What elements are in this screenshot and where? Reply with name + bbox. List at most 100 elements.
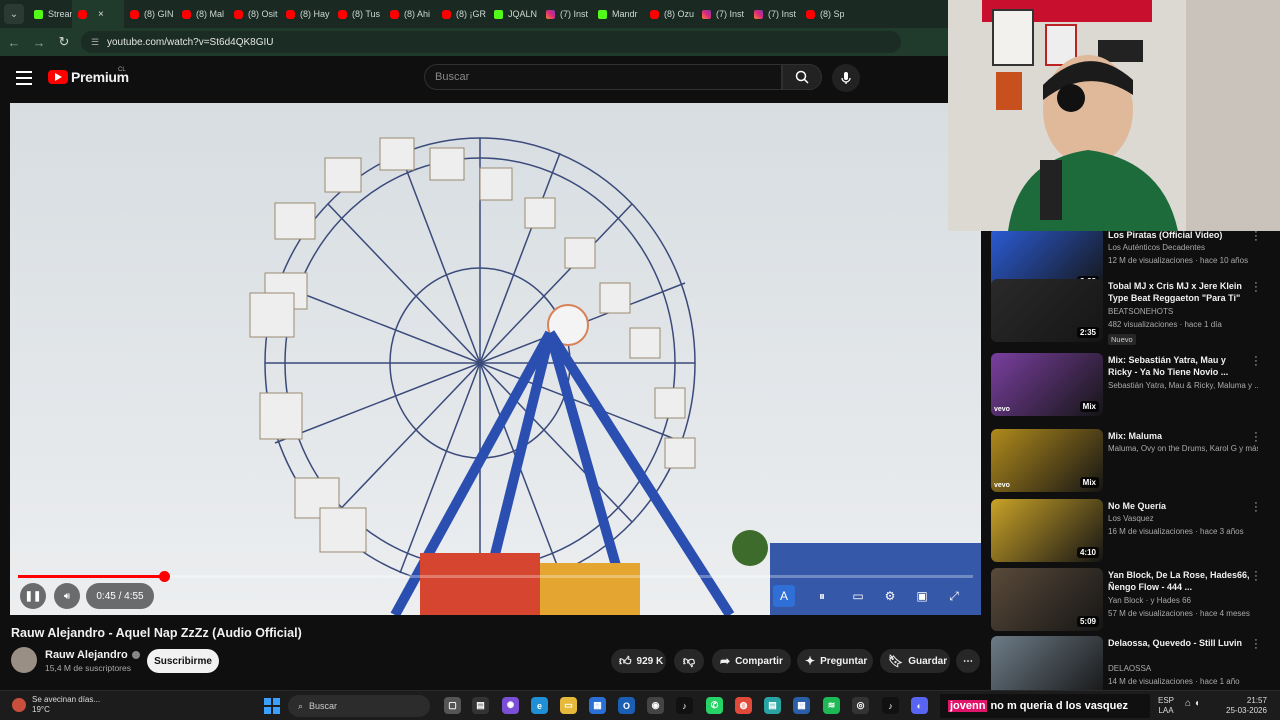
recommendation-card[interactable]: 2:35 Tobal MJ x Cris MJ x Jere Klein Type… [990,278,1272,345]
video-player[interactable]: ❚❚ 🔊︎ 0:45 / 4:55 A ⏸︎ ▭ ⚙︎ ▣ ⤢ [10,103,981,615]
more-options-icon[interactable]: · · · [1252,278,1260,297]
reload-icon[interactable]: ↻ [53,31,75,53]
video-thumbnail[interactable]: 5:09 [991,568,1103,631]
voice-search-button[interactable] [832,64,860,92]
recommendation-card[interactable]: Mix vevo Mix: Maluma Maluma, Ovy on the Dru… [990,428,1272,495]
tiktok-live-icon[interactable]: ♪ [882,697,899,714]
browser-tab[interactable]: (8) Spi [800,0,844,28]
browser-tab[interactable]: (7) Inst [696,0,748,28]
recommendation-title[interactable]: Mix: Maluma [1108,430,1250,442]
taskbar-search[interactable]: ⌕ Buscar [288,695,430,717]
menu-icon[interactable] [16,71,32,85]
browser-tab[interactable]: (8) Osit [228,0,280,28]
volume-button[interactable]: 🔊︎ [54,583,80,609]
recommendation-channel[interactable]: Sebastián Yatra, Mau & Ricky, Maluma y .… [1108,381,1258,390]
recommendation-card[interactable]: Mix vevo Mix: Sebastián Yatra, Mau y Ricky… [990,352,1272,419]
browser-tab[interactable]: (8) Ahi [384,0,436,28]
youtube-premium-logo[interactable]: Premium CL [48,67,129,85]
discord-icon[interactable]: ◐ [911,697,928,714]
browser-tab[interactable]: × [72,0,124,28]
translate-icon[interactable]: A [773,585,795,607]
recommendation-channel[interactable]: Yan Block · y Hades 66 [1108,596,1258,605]
recommendation-title[interactable]: Yan Block, De La Rose, Hades66, Ñengo Fl… [1108,569,1250,593]
subtitles-icon[interactable]: ▭ [847,585,869,607]
browser-tab[interactable]: (8) Tus [332,0,384,28]
tab-close-icon[interactable]: × [98,9,104,20]
browser-tab[interactable]: JQALN [488,0,540,28]
subscribe-button[interactable]: Suscribirme [147,649,219,673]
more-options-icon[interactable]: · · · [1252,498,1260,517]
spotify-icon[interactable]: ≋ [823,697,840,714]
video-thumbnail[interactable]: Mix vevo [991,429,1103,492]
network-volume-icons[interactable]: ⌂ ◖ [1185,699,1200,709]
app-icon-2[interactable]: ▦ [793,697,810,714]
more-actions-button[interactable]: ⋯ [956,649,980,673]
more-options-icon[interactable]: · · · [1252,567,1260,586]
browser-tab[interactable]: (7) Inst [748,0,800,28]
browser-tab[interactable]: (8) Ozu [644,0,696,28]
recommendation-channel[interactable]: BEATSONEHOTS [1108,307,1258,316]
video-thumbnail[interactable]: Mix vevo [991,353,1103,416]
chrome-icon[interactable]: ◍ [735,697,752,714]
tab-search-icon[interactable]: ⌄ [4,4,24,24]
more-options-icon[interactable]: · · · [1252,428,1260,447]
store-icon[interactable]: ▦ [589,697,606,714]
browser-tab[interactable]: Stream [28,0,72,28]
recommendation-title[interactable]: Mix: Sebastián Yatra, Mau y Ricky - Ya N… [1108,354,1250,378]
browser-tab[interactable]: (8) ¡GR [436,0,488,28]
file-explorer-icon[interactable]: ▭ [560,697,577,714]
recommendation-title[interactable]: No Me Quería [1108,500,1250,512]
app-icon-1[interactable]: ▤ [764,697,781,714]
channel-name[interactable]: Rauw Alejandro [45,649,128,661]
save-button[interactable]: 🔖︎ Guardar [880,649,950,673]
forward-icon[interactable]: → [28,31,50,53]
outlook-icon[interactable]: O [618,697,635,714]
recommendation-card[interactable]: 4:10 No Me Quería Los Vasquez 16 M de visua… [990,498,1272,565]
more-options-icon[interactable]: · · · [1252,635,1260,654]
video-thumbnail[interactable]: 4:10 [991,499,1103,562]
pause-button[interactable]: ❚❚ [20,583,46,609]
browser-tab[interactable]: Mandr [592,0,644,28]
edge-icon[interactable]: e [531,697,548,714]
progress-bar[interactable] [18,571,973,582]
theater-mode-icon[interactable]: ▣ [911,585,933,607]
github-icon[interactable]: ◉ [647,697,664,714]
search-button[interactable] [782,64,822,90]
back-icon[interactable]: ← [3,31,25,53]
obs-icon[interactable]: ◎ [852,697,869,714]
recommendation-channel[interactable]: DELAOSSA [1108,664,1258,673]
browser-tab[interactable]: (7) Inst [540,0,592,28]
settings-gear-icon[interactable]: ⚙︎ [879,585,901,607]
recommendation-card[interactable]: 5:09 Yan Block, De La Rose, Hades66, Ñeng… [990,567,1272,634]
channel-name-row[interactable]: Rauw Alejandro [45,649,140,661]
recommendation-channel[interactable]: Los Auténticos Decadentes [1108,243,1258,252]
recommendation-card[interactable]: Delaossa, Quevedo - Still Luvin DELAOSSA 1… [990,635,1272,690]
browser-tab[interactable]: (8) GIN [124,0,176,28]
tiktok-icon[interactable]: ♪ [676,697,693,714]
whatsapp-icon[interactable]: ✆ [706,697,723,714]
browser-tab[interactable]: (8) Mal [176,0,228,28]
video-thumbnail[interactable] [991,636,1103,690]
video-thumbnail[interactable]: 2:35 [991,279,1103,342]
share-button[interactable]: ➦ Compartir [712,649,791,673]
dislike-button[interactable]: 👎︎ [674,649,704,673]
weather-widget[interactable]: Se avecinan días... 19°C [12,695,100,715]
autoplay-toggle-icon[interactable]: ⏸︎ [811,585,833,607]
search-input[interactable]: Buscar [424,64,782,90]
recommendation-channel[interactable]: Los Vasquez [1108,514,1258,523]
channel-avatar[interactable] [11,647,37,673]
scrubber-handle[interactable] [158,571,170,582]
recommendation-channel[interactable]: Maluma, Ovy on the Drums, Karol G y más [1108,444,1258,453]
recommendation-title[interactable]: Los Piratas (Official Video) [1108,231,1250,241]
more-options-icon[interactable]: · · · [1252,231,1260,246]
recommendation-title[interactable]: Delaossa, Quevedo - Still Luvin [1108,637,1250,649]
widgets-icon[interactable]: ▤ [472,697,489,714]
language-indicator[interactable]: ESP LAA [1158,696,1174,716]
url-field[interactable]: ☰ youtube.com/watch?v=St6d4QK8GIU [81,31,901,53]
browser-tab[interactable]: (8) Hay [280,0,332,28]
clock[interactable]: 21:57 25-03-2026 [1226,696,1267,716]
start-windows-icon[interactable] [264,698,280,714]
more-options-icon[interactable]: · · · [1252,352,1260,371]
like-button[interactable]: 👍︎ 929 K [611,649,666,673]
site-info-icon[interactable]: ☰ [89,36,101,48]
